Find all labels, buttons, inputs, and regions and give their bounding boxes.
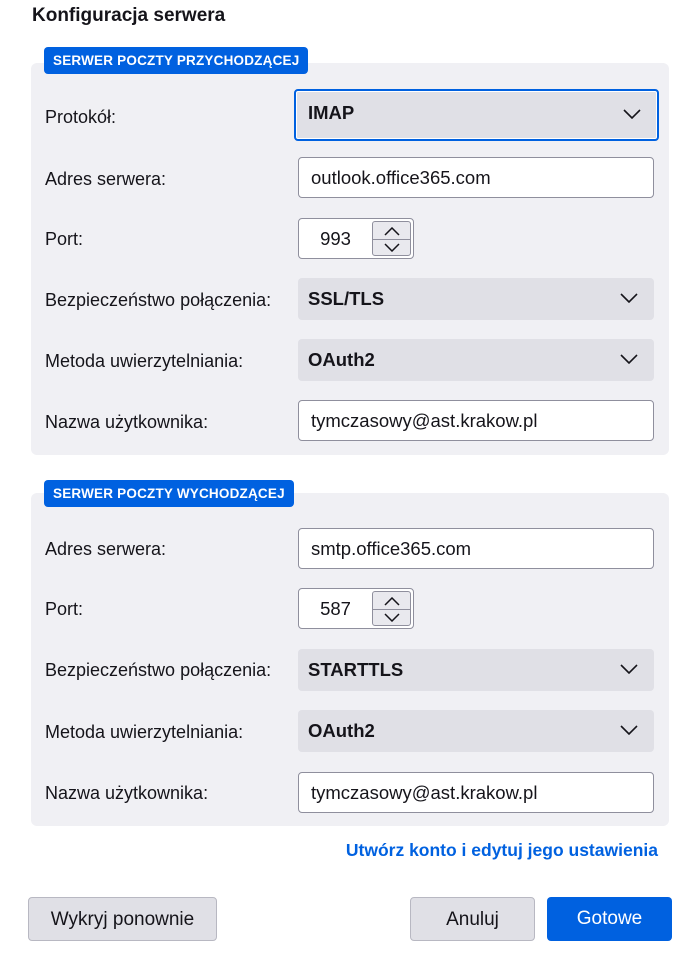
chevron-down-icon [620, 293, 638, 303]
incoming-security-label: Bezpieczeństwo połączenia: [45, 290, 272, 310]
incoming-port-label: Port: [45, 229, 84, 249]
protocol-value: IMAP [308, 102, 355, 123]
outgoing-security-value: STARTTLS [308, 659, 404, 680]
outgoing-port-stepper[interactable]: 587 [298, 588, 414, 629]
incoming-port-value[interactable]: 993 [299, 219, 372, 258]
outgoing-auth-value: OAuth2 [308, 720, 375, 741]
retest-button[interactable]: Wykryj ponownie [28, 897, 217, 941]
incoming-security-value: SSL/TLS [308, 288, 385, 309]
chevron-down-icon [620, 725, 638, 735]
incoming-security-select[interactable]: SSL/TLS [298, 278, 654, 320]
outgoing-section-badge: SERWER POCZTY WYCHODZĄCEJ [44, 480, 294, 507]
page-title: Konfiguracja serwera [32, 5, 226, 26]
chevron-up-icon [383, 226, 400, 236]
outgoing-hostname-input[interactable]: smtp.office365.com [298, 528, 654, 569]
incoming-auth-value: OAuth2 [308, 349, 375, 370]
outgoing-auth-select[interactable]: OAuth2 [298, 710, 654, 752]
incoming-auth-select[interactable]: OAuth2 [298, 339, 654, 381]
outgoing-port-decrement[interactable] [373, 608, 410, 625]
incoming-username-label: Nazwa użytkownika: [45, 412, 209, 432]
outgoing-hostname-label: Adres serwera: [45, 539, 167, 559]
done-button[interactable]: Gotowe [547, 897, 672, 941]
outgoing-security-label: Bezpieczeństwo połączenia: [45, 660, 272, 680]
incoming-port-stepper[interactable]: 993 [298, 218, 414, 259]
chevron-down-icon [383, 242, 400, 252]
outgoing-security-select[interactable]: STARTTLS [298, 649, 654, 691]
incoming-port-spin-buttons [372, 221, 411, 256]
chevron-down-icon [620, 354, 638, 364]
protocol-select[interactable]: IMAP [294, 89, 659, 141]
protocol-label: Protokół: [45, 107, 117, 127]
chevron-down-icon [620, 664, 638, 674]
incoming-hostname-label: Adres serwera: [45, 169, 167, 189]
incoming-port-decrement[interactable] [373, 238, 410, 255]
outgoing-username-label: Nazwa użytkownika: [45, 783, 209, 803]
incoming-username-input[interactable]: tymczasowy@ast.krakow.pl [298, 400, 654, 441]
chevron-down-icon [623, 109, 641, 119]
advanced-config-link[interactable]: Utwórz konto i edytuj jego ustawienia [346, 840, 658, 861]
incoming-hostname-input[interactable]: outlook.office365.com [298, 157, 654, 198]
incoming-section-badge: SERWER POCZTY PRZYCHODZĄCEJ [44, 47, 309, 74]
outgoing-port-spin-buttons [372, 591, 411, 626]
chevron-up-icon [383, 596, 400, 606]
cancel-button[interactable]: Anuluj [410, 897, 535, 941]
incoming-auth-label: Metoda uwierzytelniania: [45, 351, 244, 371]
chevron-down-icon [383, 612, 400, 622]
outgoing-port-label: Port: [45, 599, 84, 619]
outgoing-port-value[interactable]: 587 [299, 589, 372, 628]
outgoing-username-input[interactable]: tymczasowy@ast.krakow.pl [298, 772, 654, 813]
outgoing-auth-label: Metoda uwierzytelniania: [45, 722, 244, 742]
